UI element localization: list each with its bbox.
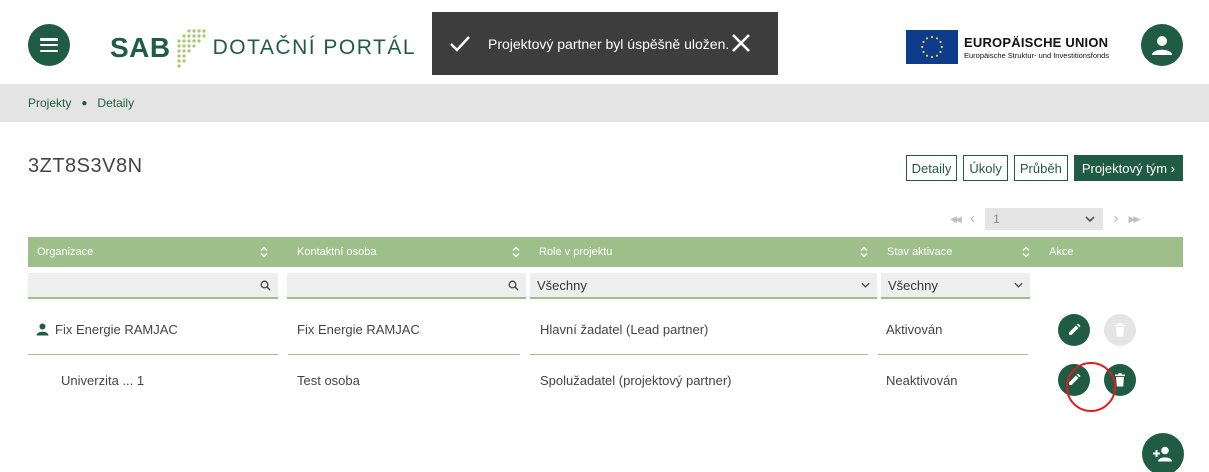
- next-page-button[interactable]: ›: [1113, 210, 1118, 228]
- toast-message: Projektový partner byl úspěšně uložen.: [488, 35, 730, 52]
- contact-filter-input[interactable]: [287, 273, 526, 299]
- add-partner-button[interactable]: [1142, 433, 1184, 472]
- organization-cell: Fix Energie RAMJAC: [28, 305, 278, 355]
- filter-row: Všechny Všechny: [28, 267, 1183, 305]
- role-cell: Spolužadatel (projektový partner): [540, 372, 732, 388]
- tab-project-team[interactable]: Projektový tým ›: [1073, 155, 1183, 181]
- search-icon: [260, 280, 271, 290]
- table-row: Univerzita ... 1 Test osoba Spolužadatel…: [28, 355, 1183, 405]
- delete-button[interactable]: [1104, 314, 1136, 346]
- breadcrumb-separator: ●: [81, 97, 88, 109]
- tab-tasks[interactable]: Úkoly: [963, 155, 1008, 181]
- sort-icon: [260, 246, 268, 258]
- column-header-actions: Akce: [1049, 246, 1074, 258]
- tab-progress[interactable]: Průběh: [1013, 155, 1068, 181]
- user-icon: [1152, 36, 1172, 55]
- project-tabs: Detaily Úkoly Průběh Projektový tým ›: [905, 155, 1183, 181]
- table-header: Organizace Kontaktní osoba Role v projek…: [28, 237, 1183, 267]
- prev-page-button[interactable]: ‹: [970, 210, 975, 228]
- menu-icon: [40, 38, 58, 52]
- tab-details[interactable]: Detaily: [905, 155, 958, 181]
- check-icon: [432, 35, 488, 53]
- status-cell: Neaktivován: [886, 372, 958, 388]
- first-page-button[interactable]: ◀◀: [950, 214, 962, 225]
- breadcrumb-item-projects[interactable]: Projekty: [28, 96, 71, 110]
- column-header-status[interactable]: Stav aktivace: [878, 237, 1040, 267]
- role-cell: Hlavní žadatel (Lead partner): [530, 305, 868, 355]
- chevron-down-icon: [1085, 216, 1095, 222]
- organization-filter-input[interactable]: [28, 273, 278, 299]
- eu-title: EUROPÄISCHE UNION: [964, 34, 1109, 50]
- highlight-circle: [1066, 362, 1116, 412]
- contact-cell: Test osoba: [297, 372, 360, 388]
- person-add-icon: [1153, 446, 1172, 462]
- project-team-table: Organizace Kontaktní osoba Role v projek…: [28, 237, 1183, 405]
- eu-subtitle: Europäische Struktur- und Investitionsfo…: [964, 50, 1110, 60]
- column-header-role[interactable]: Role v projektu: [530, 237, 878, 267]
- role-filter-select[interactable]: Všechny: [530, 273, 877, 299]
- table-row: Fix Energie RAMJAC Fix Energie RAMJAC Hl…: [28, 305, 1183, 355]
- logo-portal-title: DOTAČNÍ PORTÁL: [212, 36, 417, 59]
- status-cell: Aktivován: [878, 305, 1028, 355]
- column-header-contact[interactable]: Kontaktní osoba: [288, 237, 530, 267]
- chevron-down-icon: [861, 282, 870, 288]
- breadcrumb-item-details[interactable]: Detaily: [97, 96, 134, 110]
- last-page-button[interactable]: ▶▶: [1129, 214, 1141, 225]
- lead-person-icon: [36, 323, 49, 336]
- page: SAB DOTAČNÍ PORTÁL Projektový partner by…: [0, 0, 1209, 472]
- close-icon[interactable]: [730, 32, 752, 54]
- pagination: ◀◀ ‹ 1 › ▶▶: [950, 208, 1141, 230]
- eu-logo: EUROPÄISCHE UNION Europäische Struktur- …: [906, 30, 1109, 64]
- sort-icon: [512, 246, 520, 258]
- contact-cell: Fix Energie RAMJAC: [288, 305, 520, 355]
- user-avatar-button[interactable]: [1141, 24, 1183, 66]
- page-select-value: 1: [993, 212, 1000, 226]
- sort-icon: [860, 246, 868, 258]
- pencil-icon: [1069, 323, 1081, 335]
- organization-cell: Univerzita ... 1: [61, 372, 145, 388]
- logo-sab-text: SAB: [110, 32, 171, 63]
- success-toast: Projektový partner byl úspěšně uložen.: [432, 12, 778, 75]
- search-icon: [508, 280, 519, 290]
- sab-logo[interactable]: SAB DOTAČNÍ PORTÁL: [110, 26, 416, 70]
- breadcrumb: Projekty ● Detaily: [0, 84, 1209, 122]
- edit-button[interactable]: [1058, 314, 1090, 346]
- chevron-down-icon: [1014, 282, 1023, 288]
- sort-icon: [1022, 246, 1030, 258]
- page-select[interactable]: 1: [985, 208, 1104, 230]
- status-filter-select[interactable]: Všechny: [881, 273, 1030, 299]
- logo-dots-icon: [175, 28, 207, 70]
- menu-button[interactable]: [28, 24, 70, 66]
- actions-cell: [1038, 305, 1163, 355]
- column-header-organization[interactable]: Organizace: [28, 237, 278, 267]
- app-header: SAB DOTAČNÍ PORTÁL Projektový partner by…: [0, 0, 1209, 84]
- page-title: 3ZT8S3V8N: [28, 155, 143, 177]
- trash-icon: [1115, 323, 1125, 337]
- eu-flag-icon: [906, 30, 958, 64]
